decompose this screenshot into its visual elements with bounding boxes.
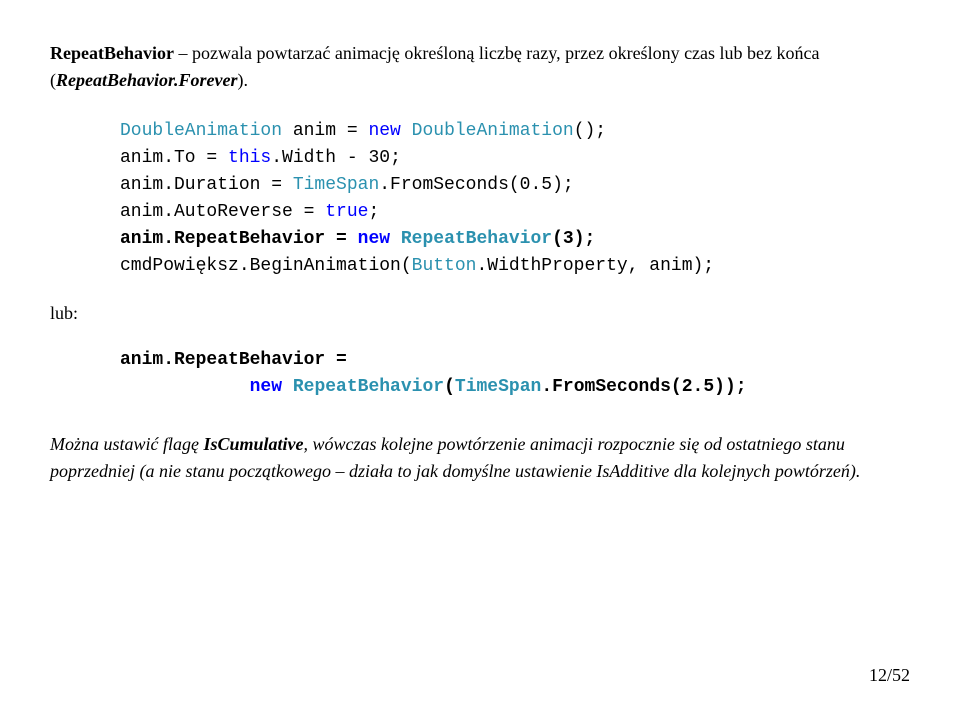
code1-l6b: Button xyxy=(412,256,477,276)
code1-l5d: RepeatBehavior xyxy=(401,229,552,249)
code1-l4c: ; xyxy=(368,202,379,222)
code2-l2f: TimeSpan xyxy=(455,377,541,397)
code2-l2c xyxy=(282,377,293,397)
code1-l1c: new xyxy=(368,121,400,141)
code2-l2a xyxy=(120,377,250,397)
code1-l6a: cmdPowiększ.BeginAnimation( xyxy=(120,256,412,276)
code1-l1e: DoubleAnimation xyxy=(412,121,574,141)
intro-paragraph: RepeatBehavior – pozwala powtarzać anima… xyxy=(50,40,910,94)
code2-l2e: ( xyxy=(444,377,455,397)
code1-l5e: (3); xyxy=(552,229,595,249)
outro-t1: Można ustawić flagę xyxy=(50,434,204,454)
page-number: 12/52 xyxy=(869,662,910,689)
outro-b1: IsCumulative xyxy=(204,434,304,454)
code2-l2d: RepeatBehavior xyxy=(293,377,444,397)
code1-l6c: .WidthProperty, anim); xyxy=(476,256,714,276)
code2-l2b: new xyxy=(250,377,282,397)
code1-l2a: anim.To = xyxy=(120,148,228,168)
code1-l3b: TimeSpan xyxy=(293,175,379,195)
code-block-1: DoubleAnimation anim = new DoubleAnimati… xyxy=(120,118,910,280)
code1-l5b: new xyxy=(358,229,390,249)
code1-l2c: .Width - 30; xyxy=(271,148,401,168)
code1-l3c: .FromSeconds(0.5); xyxy=(379,175,573,195)
code1-l1d xyxy=(401,121,412,141)
code1-l1b: anim = xyxy=(282,121,368,141)
code1-l4a: anim.AutoReverse = xyxy=(120,202,325,222)
lub-label: lub: xyxy=(50,300,910,327)
code2-l2g: .FromSeconds(2.5)); xyxy=(541,377,746,397)
code1-l1a: DoubleAnimation xyxy=(120,121,282,141)
code1-l3a: anim.Duration = xyxy=(120,175,293,195)
code1-l5a: anim.RepeatBehavior = xyxy=(120,229,358,249)
code1-l5c xyxy=(390,229,401,249)
intro-bold-2: RepeatBehavior.Forever xyxy=(56,70,237,90)
intro-text-2: ). xyxy=(237,70,248,90)
code1-l2b: this xyxy=(228,148,271,168)
outro-paragraph: Można ustawić flagę IsCumulative, wówcza… xyxy=(50,431,910,485)
code2-l1a: anim.RepeatBehavior = xyxy=(120,350,347,370)
intro-bold-1: RepeatBehavior xyxy=(50,43,174,63)
code1-l1f: (); xyxy=(574,121,606,141)
code1-l4b: true xyxy=(325,202,368,222)
code-block-2: anim.RepeatBehavior = new RepeatBehavior… xyxy=(120,347,910,401)
